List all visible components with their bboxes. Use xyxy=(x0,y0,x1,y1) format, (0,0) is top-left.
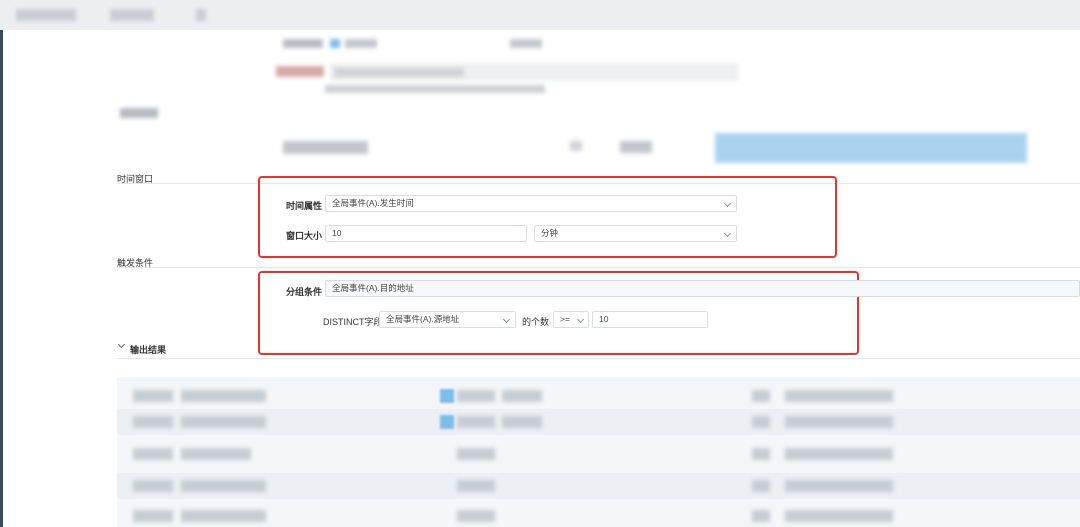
blurred-text xyxy=(334,68,464,77)
operator-value: >= xyxy=(560,314,570,324)
window-size-input[interactable]: 10 xyxy=(325,225,527,242)
count-input[interactable]: 10 xyxy=(592,311,708,328)
window-size-label: 窗口大小 xyxy=(286,231,323,241)
blurred-cell xyxy=(133,416,173,428)
blurred-text xyxy=(325,85,545,93)
blurred-cell xyxy=(181,480,266,492)
blurred-cell xyxy=(785,416,893,428)
group-condition-value: 全局事件(A).目的地址 xyxy=(332,283,414,293)
blurred-text xyxy=(120,108,158,118)
group-label: 分组条件 xyxy=(286,287,323,297)
time-attr-select[interactable]: 全局事件(A).发生时间 xyxy=(325,195,737,212)
blurred-cell xyxy=(502,390,542,402)
blurred-cell xyxy=(133,510,173,522)
blurred-cell xyxy=(785,390,893,402)
blurred-cell xyxy=(752,510,770,522)
blurred-text xyxy=(283,141,368,154)
blurred-text xyxy=(620,141,652,153)
blurred-cell xyxy=(181,448,251,460)
chevron-down-icon xyxy=(723,199,732,208)
blurred-cell xyxy=(457,448,495,460)
table-row[interactable] xyxy=(117,473,1080,499)
distinct-field-select[interactable]: 全局事件(A).源地址 xyxy=(379,311,516,328)
highlight-box-time-window xyxy=(258,176,837,258)
output-table xyxy=(117,377,1080,527)
blurred-icon xyxy=(570,141,582,151)
group-condition-input[interactable]: 全局事件(A).目的地址 xyxy=(325,280,1080,297)
blurred-tab[interactable] xyxy=(16,9,76,21)
table-row[interactable] xyxy=(117,409,1080,435)
blurred-cell xyxy=(457,480,495,492)
blurred-cell xyxy=(181,390,266,402)
blurred-icon xyxy=(330,39,340,48)
chevron-down-icon xyxy=(723,229,732,238)
count-value: 10 xyxy=(599,314,609,324)
section-divider xyxy=(117,267,1080,268)
section-title-output[interactable]: 输出结果 xyxy=(130,343,166,356)
blurred-icon xyxy=(440,415,454,429)
count-label: 的个数 xyxy=(522,317,550,327)
time-attr-label: 时间属性 xyxy=(286,201,323,211)
window-size-value: 10 xyxy=(332,228,342,238)
distinct-field-label: DISTINCT字段 xyxy=(323,317,383,327)
blurred-highlight-field[interactable] xyxy=(715,133,1027,163)
section-divider xyxy=(117,358,1080,359)
blurred-icon xyxy=(440,389,454,403)
blurred-cell xyxy=(181,416,266,428)
window-unit-select[interactable]: 分钟 xyxy=(534,225,737,242)
chevron-down-icon[interactable] xyxy=(117,340,126,349)
blurred-cell xyxy=(457,510,495,522)
blurred-cell xyxy=(752,448,770,460)
blurred-cell xyxy=(752,480,770,492)
blurred-cell xyxy=(752,390,770,402)
window-unit-value: 分钟 xyxy=(541,228,559,238)
blurred-cell xyxy=(752,416,770,428)
blurred-cell xyxy=(785,510,893,522)
chevron-down-icon xyxy=(502,315,511,324)
window-left-edge xyxy=(0,30,3,527)
table-row[interactable] xyxy=(117,441,1080,467)
blurred-tab-close[interactable] xyxy=(196,9,206,21)
blurred-cell xyxy=(785,448,893,460)
top-tab-bar xyxy=(0,0,1080,30)
blurred-cell xyxy=(133,480,173,492)
blurred-cell xyxy=(133,390,173,402)
table-row[interactable] xyxy=(117,503,1080,527)
blurred-cell xyxy=(457,390,495,402)
blurred-cell xyxy=(133,448,173,460)
blurred-required-label xyxy=(276,66,324,77)
distinct-field-value: 全局事件(A).源地址 xyxy=(386,314,460,324)
chevron-down-icon xyxy=(576,315,585,324)
table-row[interactable] xyxy=(117,383,1080,409)
operator-select[interactable]: >= xyxy=(553,311,589,328)
time-attr-value: 全局事件(A).发生时间 xyxy=(332,198,414,208)
blurred-cell xyxy=(457,416,495,428)
blurred-tab[interactable] xyxy=(110,9,154,21)
blurred-text xyxy=(283,39,323,48)
blurred-cell xyxy=(181,510,266,522)
blurred-cell xyxy=(502,416,542,428)
blurred-text xyxy=(510,39,542,48)
blurred-cell xyxy=(785,480,893,492)
blurred-text xyxy=(345,39,377,48)
